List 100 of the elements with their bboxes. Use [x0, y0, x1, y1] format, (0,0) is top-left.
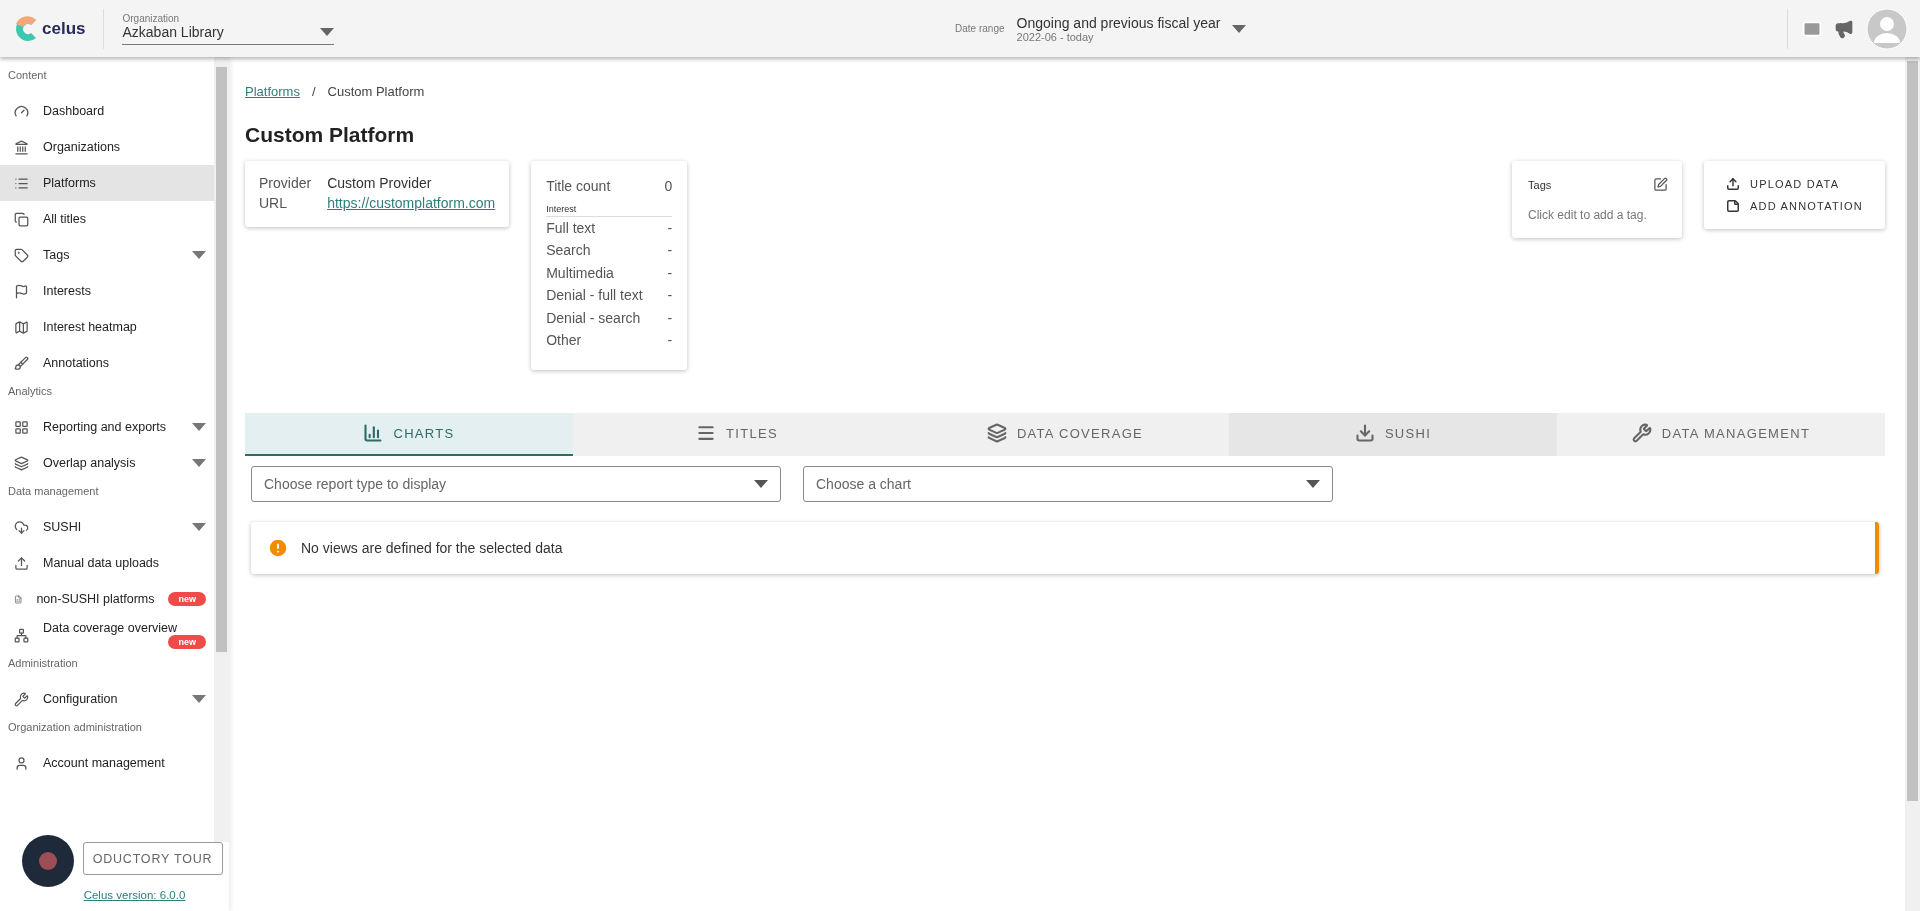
- chat-bubble[interactable]: [22, 835, 74, 887]
- edit-icon[interactable]: [1653, 177, 1669, 192]
- tools-icon: [14, 691, 29, 707]
- sidebar-item[interactable]: Overlap analysis: [0, 445, 214, 481]
- action-button[interactable]: ADD ANNOTATION: [1718, 195, 1871, 217]
- field-label: Search: [546, 241, 591, 260]
- item-label: Account management: [43, 756, 166, 770]
- page-title: Custom Platform: [245, 123, 416, 147]
- sitemap-icon: [14, 627, 29, 643]
- caret-icon: [320, 27, 335, 36]
- list-icon: [14, 175, 29, 191]
- select-field[interactable]: Choose report type to display: [251, 465, 781, 502]
- avatar-icon[interactable]: [1866, 7, 1908, 50]
- select-field[interactable]: Choose a chart: [803, 465, 1333, 502]
- item-label: non-SUSHI platforms: [36, 592, 155, 606]
- field-value: -: [667, 331, 673, 350]
- download-icon: [1354, 423, 1375, 443]
- item-label: Interest heatmap: [43, 320, 138, 334]
- sidebar-item[interactable]: All titles: [0, 201, 214, 237]
- tools-icon: [1631, 423, 1652, 443]
- brush-icon: [14, 355, 29, 371]
- field-value: -: [667, 263, 673, 283]
- sidebar-item[interactable]: Annotations: [0, 345, 214, 381]
- sidebar-item[interactable]: Tags: [0, 237, 214, 273]
- url-link[interactable]: https://customplatform.com: [327, 195, 496, 211]
- breadcrumb-link[interactable]: Platforms: [245, 84, 300, 99]
- item-label: Overlap analysis: [43, 456, 137, 470]
- upload-icon: [1726, 177, 1741, 191]
- field-value: -: [667, 308, 673, 328]
- field-value: -: [667, 241, 673, 260]
- breadcrumb-current: Custom Platform: [327, 84, 425, 99]
- tab[interactable]: CHARTS: [245, 412, 573, 456]
- sidebar-item[interactable]: non-SUSHI platforms new: [0, 581, 214, 617]
- item-label: SUSHI: [43, 520, 83, 534]
- warning-icon: [267, 536, 289, 559]
- section-heading: Organization administration: [7, 720, 143, 735]
- sidebar-item[interactable]: Dashboard: [0, 93, 214, 129]
- field-label: Provider: [259, 175, 312, 191]
- section-heading: Content: [7, 68, 48, 83]
- item-label: All titles: [43, 212, 88, 226]
- section-heading: Analytics: [7, 384, 54, 399]
- item-label: Platforms: [43, 176, 97, 190]
- version-link[interactable]: Celus version: 6.0.0: [83, 889, 186, 901]
- lines-icon: [696, 423, 717, 443]
- tour-button[interactable]: ODUCTORY TOUR: [82, 842, 223, 875]
- tab[interactable]: SUSHI: [1229, 412, 1557, 456]
- scrollbar-thumb[interactable]: [1907, 61, 1918, 801]
- item-label: Organizations: [43, 140, 122, 154]
- action-button[interactable]: UPLOAD DATA: [1718, 173, 1848, 195]
- caret-icon: [192, 695, 206, 703]
- tag-icon: [14, 247, 29, 263]
- item-label: Annotations: [43, 356, 111, 370]
- field-label: URL: [259, 195, 288, 211]
- field-value: 0: [664, 177, 673, 196]
- breadcrumb-separator: /: [311, 84, 316, 99]
- section-heading: Administration: [7, 656, 79, 671]
- caret-icon: [192, 251, 206, 259]
- caret-icon: [192, 423, 206, 431]
- sidebar-item[interactable]: Reporting and exports: [0, 409, 214, 445]
- caret-icon: [1232, 24, 1247, 33]
- sidebar-item[interactable]: Interest heatmap: [0, 309, 214, 345]
- field-label: Other: [546, 331, 582, 350]
- sidebar-item[interactable]: Data coverage overview new: [0, 617, 214, 653]
- sidebar-item[interactable]: SUSHI: [0, 509, 214, 545]
- item-label: Tags: [43, 248, 71, 262]
- organization-select[interactable]: Organization Azkaban Library: [122, 12, 335, 45]
- field-value: Custom Provider: [327, 175, 433, 191]
- caret-icon: [1306, 479, 1320, 488]
- logo-text: celus: [42, 18, 86, 39]
- layers-icon: [986, 423, 1007, 443]
- tags-heading: Tags: [1528, 178, 1552, 191]
- sidebar-item[interactable]: Account management: [0, 745, 214, 781]
- item-label: Configuration: [43, 692, 119, 706]
- caret-icon: [192, 459, 206, 467]
- bank-icon: [14, 139, 29, 155]
- field-value: -: [667, 286, 673, 305]
- sidebar-item[interactable]: Platforms: [0, 165, 214, 201]
- date-range-select[interactable]: Ongoing and previous fiscal year 2022-06 - today: [1016, 14, 1221, 43]
- sidebar-item[interactable]: Interests: [0, 273, 214, 309]
- item-label: Manual data uploads: [43, 556, 161, 570]
- item-label: Dashboard: [43, 104, 106, 118]
- bar-chart-icon: [363, 423, 384, 443]
- gauge-icon: [14, 103, 29, 119]
- sidebar-item[interactable]: Configuration: [0, 681, 214, 717]
- field-value: -: [667, 218, 673, 238]
- date-range-label: Date range: [955, 23, 1005, 34]
- new-badge: new: [168, 635, 206, 649]
- field-label: Denial - full text: [546, 286, 643, 305]
- person-icon: [14, 755, 29, 771]
- caret-icon: [192, 523, 206, 531]
- field-label: Title count: [546, 177, 611, 196]
- note-icon: [1726, 199, 1741, 213]
- sidebar-item[interactable]: Organizations: [0, 129, 214, 165]
- sidebar-item[interactable]: Manual data uploads: [0, 545, 214, 581]
- cloud-download-icon: [14, 519, 29, 535]
- item-label: Reporting and exports: [43, 420, 167, 434]
- interest-heading: Interest: [546, 197, 673, 217]
- field-label: Full text: [546, 218, 596, 238]
- megaphone-icon[interactable]: [1834, 18, 1854, 39]
- scrollbar-thumb[interactable]: [216, 67, 227, 652]
